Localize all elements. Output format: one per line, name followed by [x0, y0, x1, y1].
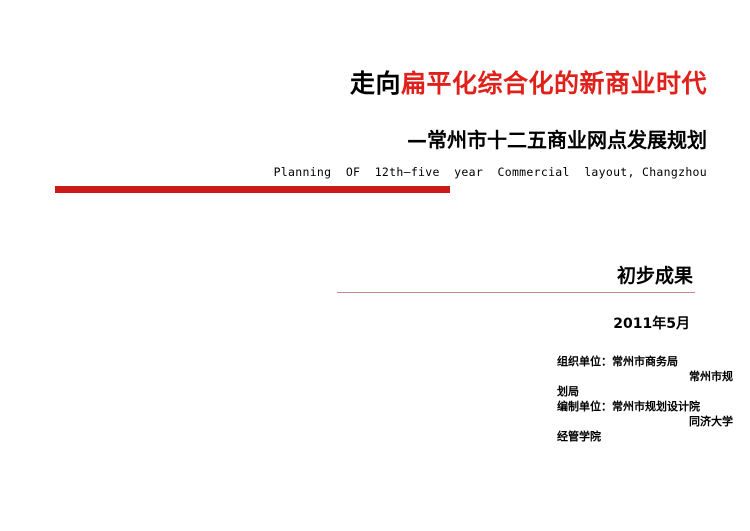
red-divider-bar: [55, 186, 450, 193]
main-title-highlight: 扁平化综合化的新商业时代: [400, 69, 707, 98]
date-label: 2011年5月: [613, 316, 690, 332]
subtitle: —常州市十二五商业网点发展规划: [407, 128, 707, 152]
section-heading: 初步成果: [616, 265, 693, 287]
credits-block: 组织单位：常州市商务局 常州市规 划局 编制单位：常州市规划设计院 同济大学 经…: [557, 354, 743, 444]
org-unit-line-2: 常州市规: [689, 370, 733, 383]
compile-unit-line-3: 经管学院: [557, 430, 601, 443]
section-underline: [337, 292, 695, 293]
org-unit-line: 组织单位：常州市商务局: [557, 355, 678, 368]
english-title: Planning OF 12th—five year Commercial la…: [273, 165, 707, 179]
main-title-prefix: 走向: [349, 69, 401, 98]
org-unit-line-3: 划局: [557, 385, 579, 398]
main-title: 走向扁平化综合化的新商业时代: [350, 64, 707, 100]
compile-unit-line-2: 同济大学: [689, 415, 733, 428]
compile-unit-line: 编制单位：常州市规划设计院: [557, 400, 700, 413]
